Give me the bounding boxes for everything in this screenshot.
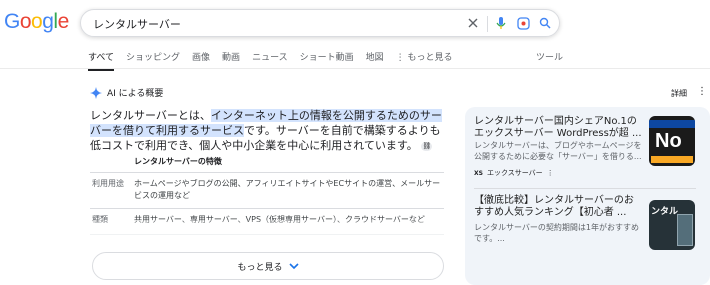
table-title: レンタルサーバーの特徴	[134, 157, 222, 166]
more-vert-icon: ⋮	[395, 53, 408, 63]
search-icon[interactable]	[537, 15, 553, 31]
thumb-server	[677, 214, 693, 246]
thumb-banner	[649, 120, 695, 128]
more-options-icon[interactable]: ⋮	[697, 86, 707, 97]
sparkle-icon	[90, 86, 102, 99]
close-icon[interactable]	[465, 15, 481, 31]
source-thumbnail: No	[649, 116, 695, 166]
header-divider	[0, 68, 710, 69]
card-divider	[474, 188, 696, 189]
source-card[interactable]: レンタルサーバー国内シェアNo.1のエックスサーバー WordPressが超 .…	[474, 116, 702, 182]
ai-summary: レンタルサーバーとは、インターネット上の情報を公開するためのサーバーを借りて利用…	[90, 109, 442, 152]
lens-icon[interactable]	[515, 15, 531, 31]
ai-overview-header: AI による概要	[90, 86, 163, 99]
thumb-strip	[651, 156, 693, 163]
table-row: 利用用途 ホームページやブログの公開、アフィリエイトサイトやECサイトの運営、メ…	[90, 172, 444, 207]
tools-button[interactable]: ツール	[536, 50, 563, 63]
source-card-snippet: レンタルサーバーの契約期間は1年がおすすめです。...	[474, 223, 640, 243]
search-box[interactable]: レンタルサーバー	[80, 9, 560, 37]
mic-icon[interactable]	[493, 15, 509, 31]
link-icon[interactable]: ⛓	[421, 141, 433, 151]
google-logo[interactable]: Google	[4, 10, 69, 34]
source-card[interactable]: 【徹底比較】レンタルサーバーのおすすめ人気ランキング【初心者 ... レンタルサ…	[474, 195, 702, 255]
source-thumbnail: ンタル	[649, 200, 695, 250]
ai-overview-title: AI による概要	[107, 89, 164, 99]
search-input[interactable]: レンタルサーバー	[93, 16, 181, 32]
source-favicon: XS	[474, 169, 483, 177]
detail-button[interactable]: 詳細	[671, 88, 687, 99]
show-more-button[interactable]: もっと見る	[92, 252, 444, 280]
source-card-snippet: レンタルサーバーは、ブログやホームページを公開するために必要な「サーバー」を借り…	[474, 141, 642, 161]
source-card-title[interactable]: レンタルサーバー国内シェアNo.1のエックスサーバー WordPressが超 .…	[474, 116, 642, 140]
more-options-icon[interactable]: ⋮	[547, 169, 554, 177]
search-divider	[487, 16, 488, 32]
source-card-title[interactable]: 【徹底比較】レンタルサーバーのおすすめ人気ランキング【初心者 ...	[474, 195, 642, 219]
source-site: XS エックスサーバー ⋮	[474, 169, 554, 177]
chevron-down-icon	[288, 263, 299, 270]
